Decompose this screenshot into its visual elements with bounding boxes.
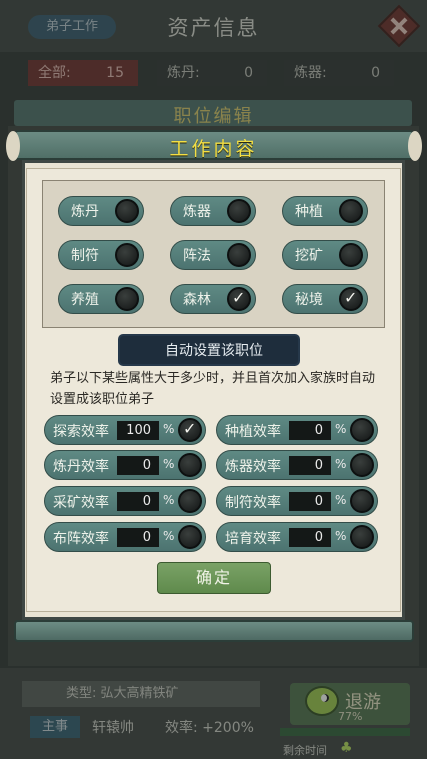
toggle-off-icon[interactable] <box>115 199 139 223</box>
page-title: 资产信息 <box>167 16 260 40</box>
disciple-name: 轩辕帅 <box>92 720 134 736</box>
stat-label: 炼器: <box>294 65 327 81</box>
toggle-off-icon[interactable] <box>350 489 374 513</box>
attr-label: 制符效率 <box>225 495 281 511</box>
logo-icon: ♣ <box>340 740 353 756</box>
attr-unit: % <box>335 493 347 507</box>
attr-label: 炼器效率 <box>225 459 281 475</box>
attr-unit: % <box>335 422 347 436</box>
toggle-off-icon[interactable] <box>350 525 374 549</box>
job-label: 养殖 <box>71 292 99 308</box>
position-edit-title: 职位编辑 <box>173 106 254 127</box>
toggle-off-icon[interactable] <box>339 243 363 267</box>
stat-label: 全部: <box>38 65 71 81</box>
toggle-off-icon[interactable] <box>350 453 374 477</box>
job-toggle-secret-realm[interactable]: 秘境 <box>282 284 368 314</box>
job-toggle-breeding[interactable]: 养殖 <box>58 284 144 314</box>
job-label: 种植 <box>295 204 323 220</box>
job-toggle-alchemy[interactable]: 炼丹 <box>58 196 144 226</box>
job-toggle-planting[interactable]: 种植 <box>282 196 368 226</box>
attr-row-talisman[interactable]: 制符效率 0 % <box>216 486 378 516</box>
attr-value-input[interactable]: 0 <box>117 528 159 547</box>
job-label: 炼器 <box>183 204 211 220</box>
toggle-off-icon[interactable] <box>115 243 139 267</box>
attr-value-input[interactable]: 0 <box>289 492 331 511</box>
attr-unit: % <box>163 422 175 436</box>
attr-label: 种植效率 <box>225 424 281 440</box>
attr-unit: % <box>335 529 347 543</box>
stat-all[interactable]: 全部: 15 <box>28 60 138 86</box>
job-label: 秘境 <box>295 292 323 308</box>
attr-unit: % <box>163 493 175 507</box>
job-label: 阵法 <box>183 248 211 264</box>
toggle-off-icon[interactable] <box>339 199 363 223</box>
job-label: 挖矿 <box>295 248 323 264</box>
toggle-off-icon[interactable] <box>115 287 139 311</box>
toggle-off-icon[interactable] <box>178 453 202 477</box>
job-label: 制符 <box>71 248 99 264</box>
job-toggle-forest[interactable]: 森林 <box>170 284 256 314</box>
stat-value: 15 <box>106 65 124 81</box>
attr-label: 炼丹效率 <box>53 459 109 475</box>
attr-label: 布阵效率 <box>53 531 109 547</box>
modal-title: 工作内容 <box>169 138 258 160</box>
job-toggle-forging[interactable]: 炼器 <box>170 196 256 226</box>
toggle-off-icon[interactable] <box>178 489 202 513</box>
toggle-off-icon[interactable] <box>350 418 374 442</box>
progress-bar <box>280 728 410 736</box>
progress-caption: 剩余时间 <box>283 744 327 757</box>
efficiency-text: 效率: +200% <box>165 720 254 736</box>
stat-alchemy[interactable]: 炼丹: 0 <box>157 60 267 86</box>
attr-unit: % <box>163 529 175 543</box>
mine-type-text: 类型: 弘大高精铁矿 <box>22 681 260 707</box>
stat-value: 0 <box>371 65 380 81</box>
checkmark-icon[interactable] <box>339 287 363 311</box>
stat-label: 炼丹: <box>167 65 200 81</box>
attr-row-alchemy[interactable]: 炼丹效率 0 % <box>44 450 206 480</box>
stat-forging[interactable]: 炼器: 0 <box>284 60 394 86</box>
toggle-off-icon[interactable] <box>227 243 251 267</box>
toggle-off-icon[interactable] <box>178 525 202 549</box>
auto-set-description: 弟子以下某些属性大于多少时，并且首次加入家族时自动设置成该职位弟子 <box>50 371 376 407</box>
toggle-off-icon[interactable] <box>227 199 251 223</box>
attr-label: 采矿效率 <box>53 495 109 511</box>
attr-unit: % <box>335 457 347 471</box>
attr-row-forging[interactable]: 炼器效率 0 % <box>216 450 378 480</box>
job-toggle-formation[interactable]: 阵法 <box>170 240 256 270</box>
job-toggle-mining[interactable]: 挖矿 <box>282 240 368 270</box>
attr-row-planting[interactable]: 种植效率 0 % <box>216 415 378 445</box>
stat-value: 0 <box>244 65 253 81</box>
auto-set-title: 自动设置该职位 <box>165 343 263 359</box>
attr-value-input[interactable]: 100 <box>117 421 159 440</box>
attr-unit: % <box>163 457 175 471</box>
attr-value-input[interactable]: 0 <box>289 456 331 475</box>
attr-row-cultivation[interactable]: 培育效率 0 % <box>216 522 378 552</box>
bird-icon <box>305 686 339 716</box>
attr-label: 探索效率 <box>53 424 109 440</box>
job-label: 炼丹 <box>71 204 99 220</box>
job-label: 森林 <box>183 292 211 308</box>
role-tag: 主事 <box>30 716 80 738</box>
attr-label: 培育效率 <box>225 531 281 547</box>
job-toggle-talisman[interactable]: 制符 <box>58 240 144 270</box>
progress-percent: 77% <box>338 710 363 723</box>
checkmark-icon[interactable] <box>178 418 202 442</box>
confirm-button[interactable]: 确定 <box>157 562 271 594</box>
modal-bottom-scroll <box>14 620 414 642</box>
checkmark-icon[interactable] <box>227 287 251 311</box>
attr-row-explore[interactable]: 探索效率 100 % <box>44 415 206 445</box>
attr-value-input[interactable]: 0 <box>289 421 331 440</box>
attr-value-input[interactable]: 0 <box>117 492 159 511</box>
attr-value-input[interactable]: 0 <box>289 528 331 547</box>
attr-row-mining[interactable]: 采矿效率 0 % <box>44 486 206 516</box>
attr-value-input[interactable]: 0 <box>117 456 159 475</box>
attr-row-formation[interactable]: 布阵效率 0 % <box>44 522 206 552</box>
